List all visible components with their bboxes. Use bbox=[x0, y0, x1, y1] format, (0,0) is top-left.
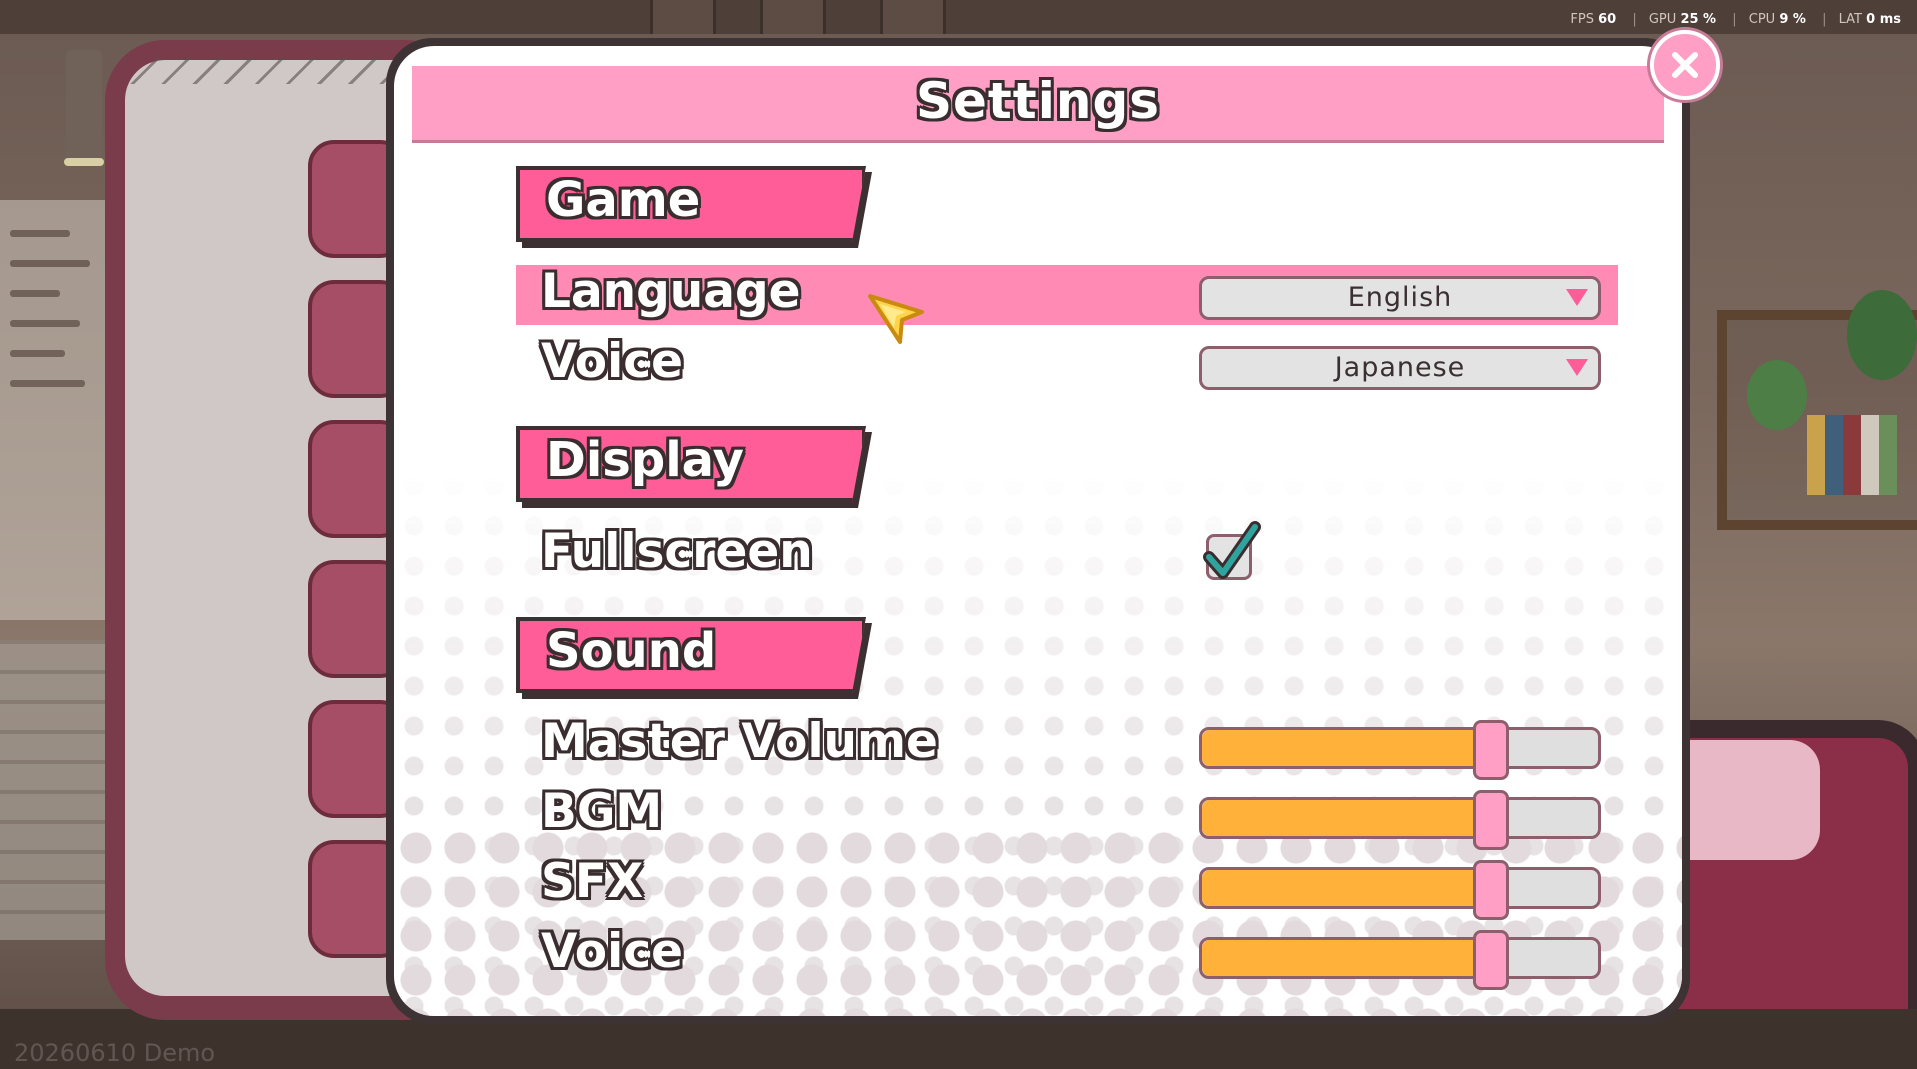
section-header-game: Game bbox=[516, 166, 872, 248]
slider-knob[interactable] bbox=[1473, 930, 1510, 990]
sfx-label: SFX bbox=[541, 854, 644, 909]
fps-value: 60 bbox=[1598, 12, 1617, 27]
plant bbox=[1847, 290, 1917, 380]
fullscreen-checkbox[interactable] bbox=[1203, 521, 1261, 580]
ceiling-beam-post bbox=[880, 0, 946, 34]
cpu-value: 9 % bbox=[1779, 12, 1806, 27]
performance-hud: FPS 60 | GPU 25 % | CPU 9 % | LAT 0 ms bbox=[1570, 12, 1901, 27]
cpu-label: CPU bbox=[1748, 12, 1776, 27]
gpu-value: 25 % bbox=[1680, 12, 1717, 27]
brick-wall bbox=[0, 640, 110, 940]
settings-header: Settings bbox=[412, 66, 1664, 143]
voice-volume-slider[interactable] bbox=[1199, 930, 1601, 990]
section-header-sound: Sound bbox=[516, 617, 872, 699]
bgm-slider[interactable] bbox=[1199, 790, 1601, 850]
section-title-game: Game bbox=[546, 172, 701, 228]
section-title-sound: Sound bbox=[546, 623, 717, 679]
slider-fill bbox=[1202, 730, 1492, 766]
master-volume-slider[interactable] bbox=[1199, 720, 1601, 780]
voice-language-label: Voice bbox=[541, 334, 683, 389]
slider-fill bbox=[1202, 870, 1492, 906]
latency-label: LAT bbox=[1838, 12, 1862, 27]
voice-language-dropdown[interactable]: Japanese bbox=[1199, 346, 1601, 390]
language-dropdown-value: English bbox=[1347, 282, 1453, 313]
fullscreen-label: Fullscreen bbox=[541, 524, 813, 579]
ceiling-beam-post bbox=[650, 0, 716, 34]
settings-title: Settings bbox=[915, 72, 1160, 130]
bgm-label: BGM bbox=[541, 784, 663, 839]
books bbox=[1807, 415, 1897, 495]
slider-fill bbox=[1202, 800, 1492, 836]
slider-knob[interactable] bbox=[1473, 720, 1510, 780]
wall-menu-board bbox=[0, 200, 120, 620]
close-icon bbox=[1672, 52, 1698, 78]
dropdown-arrow-icon bbox=[1566, 359, 1588, 376]
sfx-slider[interactable] bbox=[1199, 860, 1601, 920]
dropdown-arrow-icon bbox=[1566, 289, 1588, 306]
lamp bbox=[64, 50, 104, 166]
gpu-label: GPU bbox=[1648, 12, 1677, 27]
master-volume-label: Master Volume bbox=[541, 714, 938, 769]
voice-language-dropdown-value: Japanese bbox=[1334, 352, 1466, 383]
plant bbox=[1747, 360, 1807, 430]
slider-knob[interactable] bbox=[1473, 860, 1510, 920]
section-title-display: Display bbox=[546, 432, 744, 488]
slider-fill bbox=[1202, 940, 1492, 976]
slider-knob[interactable] bbox=[1473, 790, 1510, 850]
close-button[interactable] bbox=[1650, 30, 1720, 100]
voice-volume-label: Voice bbox=[541, 924, 683, 979]
language-label: Language bbox=[541, 264, 801, 319]
latency-value: 0 ms bbox=[1866, 12, 1901, 27]
pointer-cursor-icon bbox=[868, 294, 924, 344]
checkmark-icon bbox=[1203, 521, 1261, 579]
build-watermark: 20260610 Demo bbox=[14, 1039, 216, 1067]
language-dropdown[interactable]: English bbox=[1199, 276, 1601, 320]
section-header-display: Display bbox=[516, 426, 872, 508]
ceiling-beam-post bbox=[760, 0, 826, 34]
fps-label: FPS bbox=[1570, 12, 1594, 27]
